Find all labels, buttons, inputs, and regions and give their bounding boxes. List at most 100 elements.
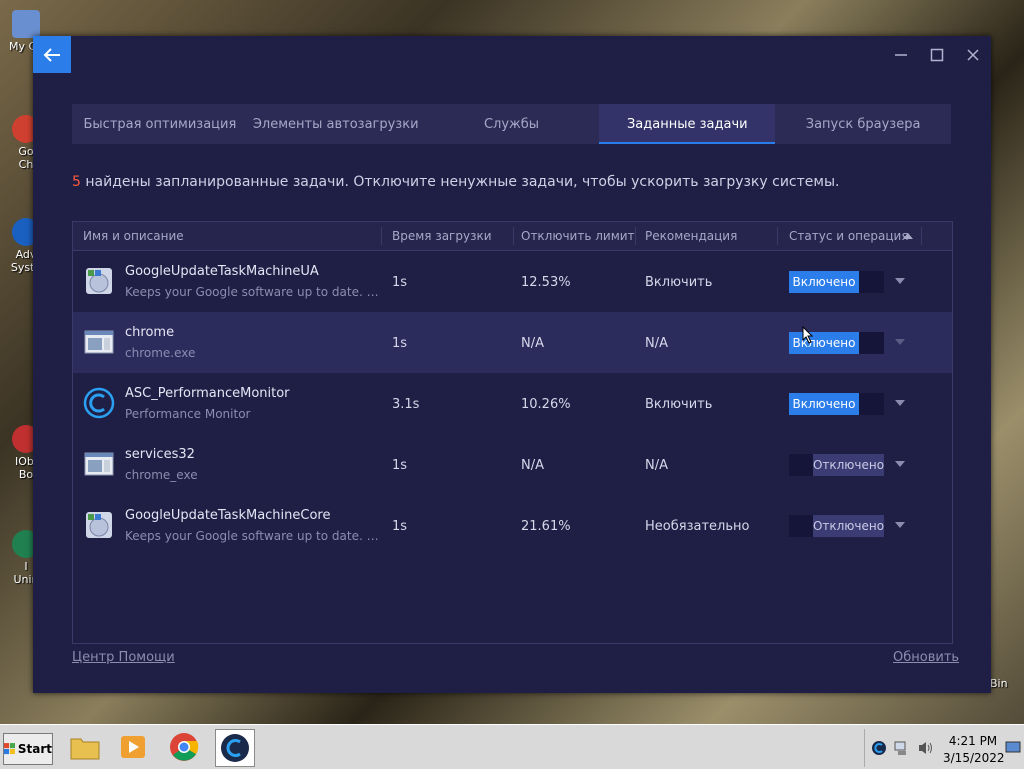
network-icon[interactable] (893, 740, 909, 756)
recommendation: Включить (645, 397, 713, 412)
column-header-status[interactable]: Статус и операция (789, 229, 909, 243)
task-description: Keeps your Google software up to date. I… (125, 529, 380, 543)
desktop-icon-label: Go Ch (18, 145, 34, 171)
table-row[interactable]: chrome chrome.exe 1s N/A N/A Включено (73, 312, 952, 373)
arrow-left-icon (43, 47, 60, 62)
maximize-button[interactable] (919, 36, 955, 73)
asc-logo-icon (221, 734, 249, 762)
table-row[interactable]: GoogleUpdateTaskMachineUA Keeps your Goo… (73, 251, 952, 312)
back-button[interactable] (33, 36, 71, 73)
mouse-cursor-icon (802, 326, 814, 344)
taskbar: Start 4:21 PM 3/15/2022 (0, 724, 1024, 769)
task-description: chrome_exe (125, 468, 198, 482)
app-window: Быстрая оптимизация Элементы автозагрузк… (33, 36, 991, 693)
task-count: 5 (72, 174, 81, 190)
sort-ascending-icon[interactable] (903, 233, 913, 239)
window-app-icon (84, 330, 114, 354)
column-header-recommendation[interactable]: Рекомендация (645, 229, 737, 243)
status-label: Включено (789, 332, 859, 354)
refresh-link[interactable]: Обновить (893, 650, 959, 665)
title-bar (33, 36, 991, 73)
column-header-load-time[interactable]: Время загрузки (392, 229, 492, 243)
help-center-link[interactable]: Центр Помощи (72, 650, 175, 665)
tab-quick-optimization[interactable]: Быстрая оптимизация (72, 104, 248, 144)
volume-icon[interactable] (917, 740, 935, 756)
clock[interactable]: 4:21 PM 3/15/2022 (943, 733, 1005, 767)
load-time: 1s (392, 336, 408, 351)
task-name: chrome (125, 325, 175, 340)
taskbar-file-explorer[interactable] (66, 729, 104, 765)
table-header: Имя и описание Время загрузки Отключить … (73, 222, 952, 251)
load-time: 1s (392, 458, 408, 473)
recommendation: Включить (645, 275, 713, 290)
status-toggle[interactable]: Включено (789, 271, 884, 293)
task-name: GoogleUpdateTaskMachineUA (125, 264, 319, 279)
tab-browser-launch[interactable]: Запуск браузера (775, 104, 951, 144)
column-header-name[interactable]: Имя и описание (83, 229, 184, 243)
folder-icon (70, 738, 100, 760)
media-player-icon (121, 736, 145, 758)
load-time: 3.1s (392, 397, 420, 412)
start-button[interactable]: Start (3, 733, 53, 765)
taskbar-advanced-systemcare[interactable] (215, 729, 255, 767)
recommendation: Необязательно (645, 519, 750, 534)
disable-limit: 21.61% (521, 519, 571, 534)
start-label: Start (17, 742, 52, 756)
recommendation: N/A (645, 458, 668, 473)
windows-logo-icon (4, 743, 16, 755)
task-description: Performance Monitor (125, 407, 251, 421)
disable-limit: N/A (521, 336, 544, 351)
close-button[interactable] (955, 36, 991, 73)
show-desktop-icon[interactable] (1005, 741, 1021, 755)
desktop-icon-recycle-bin-label: Bin (990, 677, 1008, 690)
status-label: Отключено (813, 515, 884, 537)
load-time: 1s (392, 275, 408, 290)
window-app-icon (84, 452, 114, 476)
status-label: Включено (789, 393, 859, 415)
status-label: Включено (789, 271, 859, 293)
disable-limit: 10.26% (521, 397, 571, 412)
taskbar-media-player[interactable] (114, 729, 152, 765)
chevron-down-icon[interactable] (895, 339, 905, 345)
disable-limit: N/A (521, 458, 544, 473)
table-row[interactable]: GoogleUpdateTaskMachineCore Keeps your G… (73, 495, 952, 556)
status-toggle[interactable]: Включено (789, 393, 884, 415)
task-description: Keeps your Google software up to date. I… (125, 285, 380, 299)
task-name: ASC_PerformanceMonitor (125, 386, 290, 401)
chevron-down-icon[interactable] (895, 522, 905, 528)
table-row[interactable]: ASC_PerformanceMonitor Performance Monit… (73, 373, 952, 434)
google-update-icon (86, 268, 112, 294)
disable-limit: 12.53% (521, 275, 571, 290)
status-label: Отключено (813, 454, 884, 476)
tab-bar: Быстрая оптимизация Элементы автозагрузк… (72, 104, 951, 144)
table-row[interactable]: services32 chrome_exe 1s N/A N/A Отключе… (73, 434, 952, 495)
recommendation: N/A (645, 336, 668, 351)
computer-icon (12, 10, 40, 38)
chevron-down-icon[interactable] (895, 278, 905, 284)
column-header-disable-limit[interactable]: Отключить лимит (521, 229, 635, 243)
asc-tray-icon[interactable] (871, 740, 887, 756)
summary-message: найдены запланированные задачи. Отключит… (85, 174, 840, 190)
minimize-button[interactable] (883, 36, 919, 73)
tab-scheduled-tasks[interactable]: Заданные задачи (599, 104, 776, 144)
clock-time: 4:21 PM (948, 734, 998, 748)
chevron-down-icon[interactable] (895, 400, 905, 406)
minimize-icon (895, 53, 907, 56)
task-name: GoogleUpdateTaskMachineCore (125, 508, 331, 523)
load-time: 1s (392, 519, 408, 534)
close-icon (967, 48, 979, 61)
tab-services[interactable]: Службы (424, 104, 600, 144)
google-update-icon (86, 512, 112, 538)
tasks-table: Имя и описание Время загрузки Отключить … (72, 221, 953, 644)
system-tray: 4:21 PM 3/15/2022 (864, 729, 1024, 767)
chrome-icon (170, 733, 199, 761)
status-toggle[interactable]: Отключено (789, 454, 884, 476)
chevron-down-icon[interactable] (895, 461, 905, 467)
task-name: services32 (125, 447, 195, 462)
taskbar-chrome[interactable] (165, 729, 203, 765)
tab-startup-items[interactable]: Элементы автозагрузки (248, 104, 424, 144)
task-description: chrome.exe (125, 346, 196, 360)
status-toggle[interactable]: Отключено (789, 515, 884, 537)
asc-logo-icon (83, 387, 115, 419)
clock-date: 3/15/2022 (943, 751, 1005, 765)
